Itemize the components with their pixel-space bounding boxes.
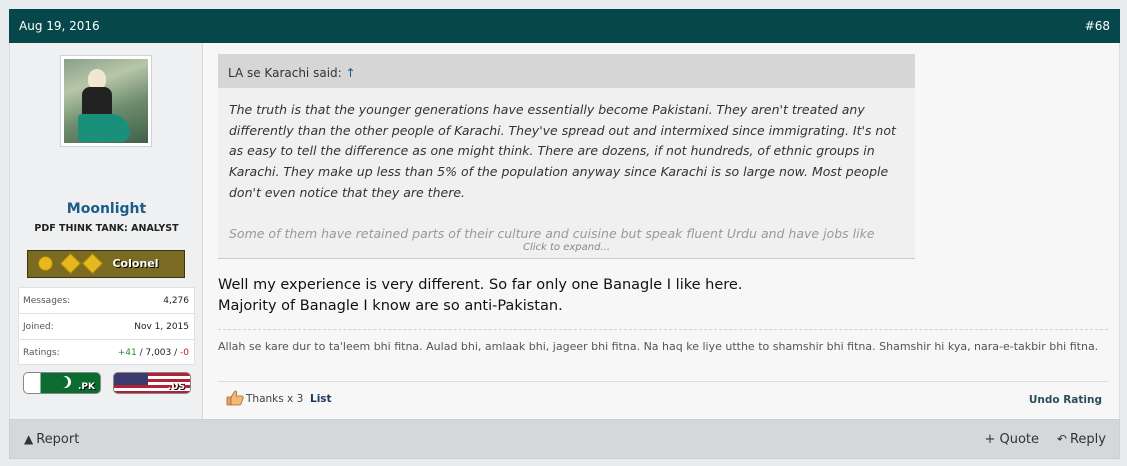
post-date[interactable]: Aug 19, 2016 bbox=[19, 19, 100, 33]
stat-label: Joined: bbox=[23, 322, 54, 332]
stat-value[interactable]: +41 / 7,003 / -0 bbox=[118, 348, 189, 358]
flag-code: .PK bbox=[78, 382, 95, 392]
report-label: Report bbox=[36, 432, 80, 447]
thanks-count: Thanks x 3 bbox=[246, 393, 304, 405]
ratings-bar: Thanks x 3 List Undo Rating bbox=[218, 381, 1108, 413]
user-sidebar: Moonlight PDF THINK TANK: ANALYST Colone… bbox=[10, 43, 203, 419]
post-content: LA se Karachi said: ↑ The truth is that … bbox=[218, 43, 1108, 419]
forum-post: Aug 19, 2016 #68 Moonlight PDF THINK TAN… bbox=[9, 9, 1120, 459]
quote-text: The truth is that the younger generation… bbox=[218, 88, 915, 241]
quote-button[interactable]: + Quote bbox=[984, 432, 1039, 447]
stat-label: Messages: bbox=[23, 296, 71, 306]
reply-arrow-icon: ↶ bbox=[1056, 432, 1067, 446]
message-line: Well my experience is very different. So… bbox=[218, 277, 743, 293]
message-line: Majority of Banagle I know are so anti-P… bbox=[218, 298, 563, 314]
username[interactable]: Moonlight bbox=[10, 201, 203, 217]
expand-quote-link[interactable]: Click to expand... bbox=[218, 242, 915, 253]
stat-messages: Messages: 4,276 bbox=[18, 287, 195, 313]
avatar-image bbox=[64, 59, 148, 143]
user-stats: Messages: 4,276 Joined: Nov 1, 2015 Rati… bbox=[18, 287, 195, 365]
undo-rating-link[interactable]: Undo Rating bbox=[1029, 394, 1102, 406]
ratings-neutral: / 7,003 / bbox=[136, 348, 181, 358]
message-text: Well my experience is very different. So… bbox=[218, 275, 1108, 317]
post-body: Moonlight PDF THINK TANK: ANALYST Colone… bbox=[9, 43, 1120, 419]
stat-ratings: Ratings: +41 / 7,003 / -0 bbox=[18, 339, 195, 365]
user-title: PDF THINK TANK: ANALYST bbox=[34, 223, 179, 234]
quote-paragraph: The truth is that the younger generation… bbox=[229, 102, 896, 200]
thumbs-up-icon bbox=[226, 390, 244, 406]
pakistan-flag-icon[interactable]: .PK bbox=[23, 372, 101, 394]
warning-icon: ▲ bbox=[24, 432, 34, 446]
post-header: Aug 19, 2016 #68 bbox=[9, 9, 1120, 43]
rank-label: Colonel bbox=[112, 257, 159, 270]
rank-emblem-icon bbox=[38, 256, 53, 271]
report-button[interactable]: ▲ Report bbox=[24, 432, 79, 447]
rank-badge: Colonel bbox=[27, 250, 185, 278]
usa-flag-icon[interactable]: .US bbox=[113, 372, 191, 394]
ratings-negative: -0 bbox=[180, 348, 189, 358]
avatar[interactable] bbox=[60, 55, 152, 147]
stat-joined: Joined: Nov 1, 2015 bbox=[18, 313, 195, 339]
ratings-positive: +41 bbox=[117, 348, 137, 358]
rank-star-icon bbox=[59, 252, 82, 275]
quote-block: LA se Karachi said: ↑ The truth is that … bbox=[218, 54, 915, 259]
post-number[interactable]: #68 bbox=[1085, 19, 1110, 33]
signature: Allah se kare dur to ta'leem bhi fitna. … bbox=[218, 329, 1108, 356]
quote-paragraph: Some of them have retained parts of thei… bbox=[229, 225, 875, 241]
ratings-list-link[interactable]: List bbox=[310, 393, 332, 405]
jump-to-quote-icon[interactable]: ↑ bbox=[346, 66, 356, 80]
stat-value[interactable]: 4,276 bbox=[163, 296, 189, 306]
quote-author: LA se Karachi said: bbox=[228, 66, 346, 80]
stat-label: Ratings: bbox=[23, 348, 60, 358]
reply-button[interactable]: ↶ Reply bbox=[1057, 432, 1106, 447]
reply-label: Reply bbox=[1069, 432, 1106, 447]
stat-value: Nov 1, 2015 bbox=[134, 322, 189, 332]
quote-header: LA se Karachi said: ↑ bbox=[218, 54, 915, 88]
flag-code: .US bbox=[167, 382, 185, 392]
post-footer: ▲ Report + Quote ↶ Reply bbox=[9, 419, 1120, 459]
